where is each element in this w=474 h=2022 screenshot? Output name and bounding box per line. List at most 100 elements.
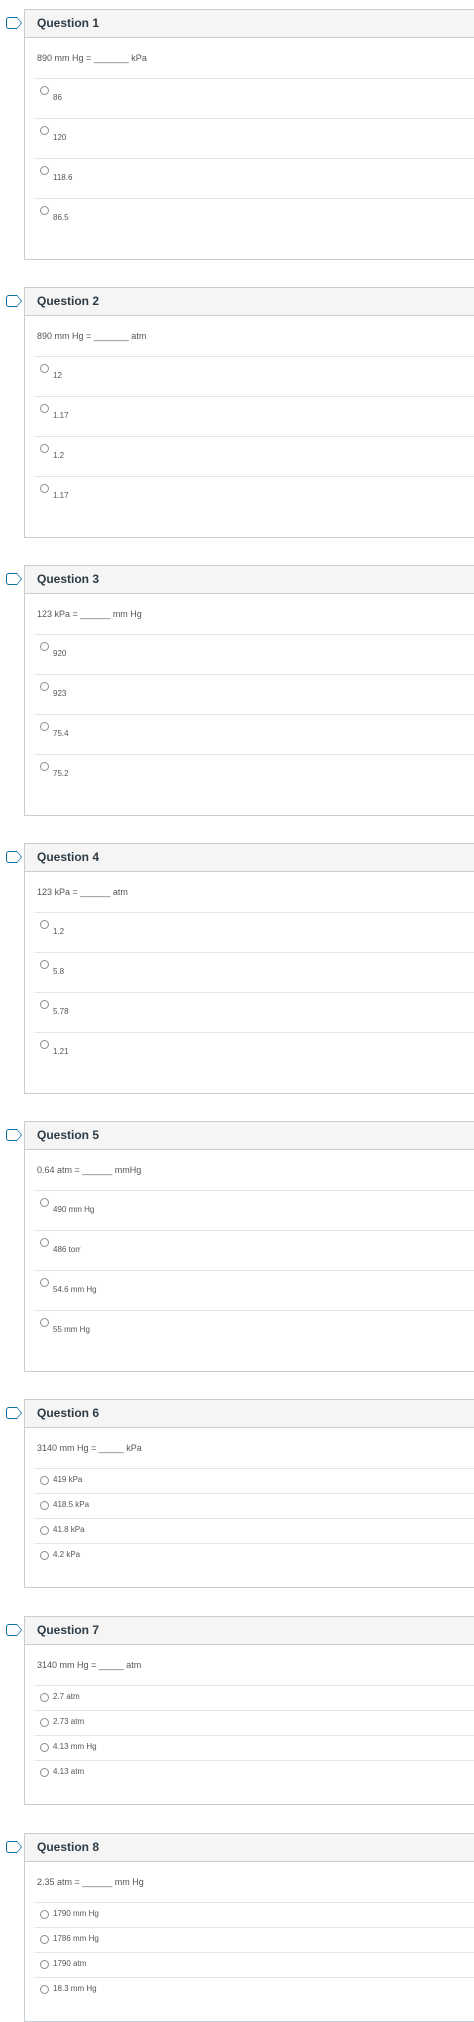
answer-label: 486 torr (53, 1245, 81, 1254)
answer-option[interactable]: 75.4 (35, 714, 474, 754)
answer-option[interactable]: 1.17 (35, 396, 474, 436)
answer-option[interactable]: 4.13 mm Hg (35, 1735, 474, 1760)
radio-button[interactable] (40, 762, 49, 771)
question-title: Question 4 (25, 844, 474, 872)
answer-option[interactable]: 86.5 (35, 198, 474, 238)
radio-button[interactable] (40, 1476, 49, 1485)
radio-button[interactable] (40, 642, 49, 651)
answer-label: 5.78 (53, 1007, 69, 1016)
answer-label: 1790 mm Hg (53, 1909, 99, 1918)
answer-option[interactable]: 419 kPa (35, 1468, 474, 1493)
question-card: Question 3 123 kPa = ______ mm Hg 920 92… (24, 565, 474, 816)
answer-option[interactable]: 1790 mm Hg (35, 1902, 474, 1927)
radio-button[interactable] (40, 166, 49, 175)
radio-button[interactable] (40, 1238, 49, 1247)
answer-label: 120 (53, 133, 67, 142)
answer-option[interactable]: 1.2 (35, 912, 474, 952)
answer-label: 4.13 mm Hg (53, 1742, 97, 1751)
answer-label: 86 (53, 93, 62, 102)
radio-button[interactable] (40, 1551, 49, 1560)
radio-button[interactable] (40, 86, 49, 95)
flag-question-icon[interactable] (6, 1129, 22, 1141)
radio-button[interactable] (40, 1693, 49, 1702)
radio-button[interactable] (40, 1198, 49, 1207)
question-card: Question 5 0.64 atm = ______ mmHg 490 mm… (24, 1121, 474, 1372)
radio-button[interactable] (40, 1935, 49, 1944)
answer-option[interactable]: 1.17 (35, 476, 474, 516)
radio-button[interactable] (40, 1526, 49, 1535)
answer-option[interactable]: 4.2 kPa (35, 1543, 474, 1568)
answer-option[interactable]: 1790 atm (35, 1952, 474, 1977)
question-title: Question 6 (25, 1400, 474, 1428)
question-prompt: 123 kPa = ______ atm (37, 887, 128, 897)
radio-button[interactable] (40, 960, 49, 969)
answer-label: 1.2 (53, 927, 65, 936)
radio-button[interactable] (40, 1768, 49, 1777)
question-title: Question 2 (25, 288, 474, 316)
radio-button[interactable] (40, 1718, 49, 1727)
radio-button[interactable] (40, 1960, 49, 1969)
flag-question-icon[interactable] (6, 573, 22, 585)
answer-option[interactable]: 486 torr (35, 1230, 474, 1270)
radio-button[interactable] (40, 682, 49, 691)
answer-option[interactable]: 4.13 atm (35, 1760, 474, 1785)
answer-option[interactable]: 5.78 (35, 992, 474, 1032)
answer-option[interactable]: 920 (35, 634, 474, 674)
flag-question-icon[interactable] (6, 1407, 22, 1419)
question-card: Question 6 3140 mm Hg = _____ kPa 419 kP… (24, 1399, 474, 1588)
answer-label: 1786 mm Hg (53, 1934, 99, 1943)
flag-question-icon[interactable] (6, 1624, 22, 1636)
answer-label: 5.8 (53, 967, 65, 976)
radio-button[interactable] (40, 1278, 49, 1287)
answer-option[interactable]: 118.6 (35, 158, 474, 198)
question-prompt: 2.35 atm = ______ mm Hg (37, 1877, 144, 1887)
radio-button[interactable] (40, 1040, 49, 1049)
answer-option[interactable]: 18.3 mm Hg (35, 1977, 474, 2002)
answer-label: 75.4 (53, 729, 69, 738)
radio-button[interactable] (40, 1000, 49, 1009)
answer-option[interactable]: 1.2 (35, 436, 474, 476)
radio-button[interactable] (40, 206, 49, 215)
flag-question-icon[interactable] (6, 295, 22, 307)
radio-button[interactable] (40, 1318, 49, 1327)
flag-question-icon[interactable] (6, 851, 22, 863)
answer-option[interactable]: 1786 mm Hg (35, 1927, 474, 1952)
question-title: Question 3 (25, 566, 474, 594)
radio-button[interactable] (40, 444, 49, 453)
answer-label: 118.6 (53, 173, 73, 182)
answer-label: 12 (53, 371, 62, 380)
answer-option[interactable]: 12 (35, 356, 474, 396)
answer-option[interactable]: 490 mm Hg (35, 1190, 474, 1230)
radio-button[interactable] (40, 126, 49, 135)
question-title: Question 1 (25, 10, 474, 38)
answer-option[interactable]: 120 (35, 118, 474, 158)
question-card: Question 2 890 mm Hg = _______ atm 12 1.… (24, 287, 474, 538)
answer-option[interactable]: 86 (35, 78, 474, 118)
flag-question-icon[interactable] (6, 1841, 22, 1853)
radio-button[interactable] (40, 484, 49, 493)
answer-option[interactable]: 54.6 mm Hg (35, 1270, 474, 1310)
answer-label: 418.5 kPa (53, 1500, 90, 1509)
radio-button[interactable] (40, 1743, 49, 1752)
answer-option[interactable]: 75.2 (35, 754, 474, 794)
answer-option[interactable]: 923 (35, 674, 474, 714)
radio-button[interactable] (40, 920, 49, 929)
answer-option[interactable]: 2.7 atm (35, 1685, 474, 1710)
answer-option[interactable]: 2.73 atm (35, 1710, 474, 1735)
radio-button[interactable] (40, 1501, 49, 1510)
radio-button[interactable] (40, 1985, 49, 1994)
answer-label: 1.17 (53, 491, 69, 500)
answer-label: 18.3 mm Hg (53, 1984, 97, 1993)
answer-option[interactable]: 418.5 kPa (35, 1493, 474, 1518)
answer-label: 54.6 mm Hg (53, 1285, 97, 1294)
radio-button[interactable] (40, 404, 49, 413)
radio-button[interactable] (40, 364, 49, 373)
answer-label: 1.21 (53, 1047, 69, 1056)
radio-button[interactable] (40, 1910, 49, 1919)
answer-option[interactable]: 41.8 kPa (35, 1518, 474, 1543)
flag-question-icon[interactable] (6, 17, 22, 29)
answer-option[interactable]: 5.8 (35, 952, 474, 992)
radio-button[interactable] (40, 722, 49, 731)
answer-option[interactable]: 55 mm Hg (35, 1310, 474, 1350)
answer-option[interactable]: 1.21 (35, 1032, 474, 1072)
